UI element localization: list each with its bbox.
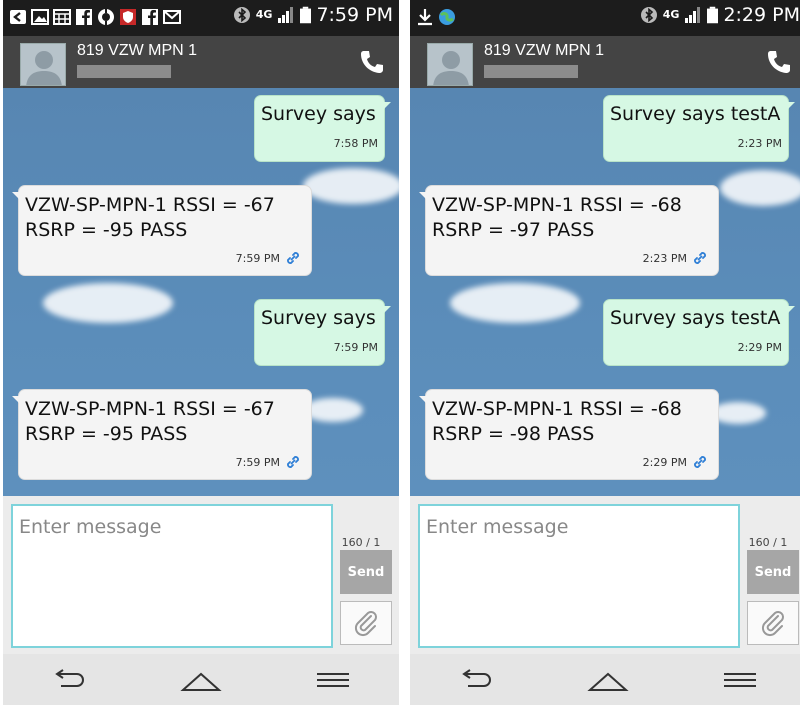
person-icon — [433, 51, 469, 85]
message-time: 2:29 PM — [737, 341, 782, 354]
signal-icon — [278, 7, 294, 23]
message-bubble-incoming[interactable]: VZW-SP-MPN-1 RSSI = -67 RSRP = -95 PASS … — [12, 389, 312, 480]
facebook-icon — [142, 9, 158, 25]
calendar-icon — [53, 9, 71, 25]
cloud — [43, 283, 173, 323]
gallery-icon — [31, 9, 49, 25]
cloud — [450, 283, 580, 323]
conversation-area[interactable]: Survey says 7:58 PM VZW-SP-MPN-1 RSSI = … — [3, 88, 399, 496]
download-icon — [418, 9, 432, 26]
message-time: 2:29 PM — [642, 455, 687, 469]
composer: Enter message 160 / 1 Send — [3, 496, 399, 654]
message-bubble-incoming[interactable]: VZW-SP-MPN-1 RSSI = -68 RSRP = -97 PASS … — [419, 185, 719, 276]
menu-icon[interactable] — [311, 666, 355, 694]
message-input[interactable]: Enter message — [11, 504, 333, 648]
back-icon — [10, 10, 26, 24]
contact-name: 819 VZW MPN 1 — [77, 42, 198, 59]
battery-icon — [300, 6, 312, 24]
navigation-bar — [410, 654, 800, 705]
cloud — [720, 170, 800, 206]
message-text: Survey says — [261, 103, 376, 125]
bluetooth-icon — [233, 7, 250, 23]
message-time: 7:59 PM — [235, 251, 280, 265]
bluetooth-icon — [640, 7, 657, 23]
status-bar: 4G 7:59 PM — [3, 0, 399, 36]
contact-header[interactable]: 819 VZW MPN 1 — [3, 36, 399, 88]
link-icon[interactable] — [692, 454, 708, 470]
send-button[interactable]: Send — [340, 550, 392, 594]
message-input-placeholder: Enter message — [19, 516, 162, 538]
person-icon — [26, 51, 62, 85]
message-bubble-outgoing[interactable]: Survey says 7:58 PM — [254, 95, 391, 162]
cloud — [303, 398, 363, 422]
network-type: 4G — [662, 8, 680, 21]
message-text: VZW-SP-MPN-1 RSSI = -67 RSRP = -95 PASS — [25, 398, 275, 445]
message-text: VZW-SP-MPN-1 RSSI = -67 RSRP = -95 PASS — [25, 194, 275, 241]
app-icon — [98, 9, 114, 25]
attach-button[interactable] — [747, 601, 799, 645]
paperclip-icon — [761, 611, 784, 637]
message-text: VZW-SP-MPN-1 RSSI = -68 RSRP = -98 PASS — [432, 398, 682, 445]
message-bubble-outgoing[interactable]: Survey says 7:59 PM — [254, 299, 391, 366]
back-icon[interactable] — [47, 666, 91, 694]
send-button[interactable]: Send — [747, 550, 799, 594]
paperclip-icon — [354, 611, 377, 637]
contact-header[interactable]: 819 VZW MPN 1 — [410, 36, 800, 88]
message-time: 2:23 PM — [642, 251, 687, 265]
message-time: 7:59 PM — [333, 341, 378, 354]
home-icon[interactable] — [586, 666, 630, 694]
message-text: Survey says testA — [610, 307, 781, 329]
network-type: 4G — [255, 8, 273, 21]
message-bubble-incoming[interactable]: VZW-SP-MPN-1 RSSI = -68 RSRP = -98 PASS … — [419, 389, 719, 480]
status-right: 4G 2:29 PM — [640, 4, 800, 26]
battery-icon — [707, 6, 719, 24]
message-input-placeholder: Enter message — [426, 516, 569, 538]
contact-number-redacted — [484, 65, 578, 78]
message-bubble-outgoing[interactable]: Survey says testA 2:23 PM — [603, 95, 795, 162]
message-text: VZW-SP-MPN-1 RSSI = -68 RSRP = -97 PASS — [432, 194, 682, 241]
notification-icons — [416, 8, 456, 26]
phone-screen-1: 4G 7:59 PM 819 VZW MPN 1 Survey says 7:5… — [3, 0, 399, 705]
message-input[interactable]: Enter message — [418, 504, 740, 648]
phone-icon[interactable] — [359, 49, 383, 75]
status-bar: 4G 2:29 PM — [410, 0, 800, 36]
shield-icon — [120, 9, 136, 25]
conversation-area[interactable]: Survey says testA 2:23 PM VZW-SP-MPN-1 R… — [410, 88, 800, 496]
phone-icon[interactable] — [766, 49, 790, 75]
avatar[interactable] — [20, 43, 66, 86]
signal-icon — [685, 7, 701, 23]
menu-icon[interactable] — [718, 666, 762, 694]
clock: 7:59 PM — [316, 4, 393, 26]
message-bubble-incoming[interactable]: VZW-SP-MPN-1 RSSI = -67 RSRP = -95 PASS … — [12, 185, 312, 276]
link-icon[interactable] — [285, 250, 301, 266]
phone-screen-2: 4G 2:29 PM 819 VZW MPN 1 Survey says tes… — [410, 0, 800, 705]
char-counter: 160 / 1 — [341, 536, 381, 549]
message-bubble-outgoing[interactable]: Survey says testA 2:29 PM — [603, 299, 795, 366]
contact-name: 819 VZW MPN 1 — [484, 42, 605, 59]
globe-icon — [439, 9, 455, 25]
attach-button[interactable] — [340, 601, 392, 645]
facebook-icon — [76, 9, 92, 25]
notification-icons — [9, 8, 181, 26]
navigation-bar — [3, 654, 399, 705]
mail-icon — [163, 10, 181, 24]
message-text: Survey says testA — [610, 103, 781, 125]
char-counter: 160 / 1 — [748, 536, 788, 549]
composer: Enter message 160 / 1 Send — [410, 496, 800, 654]
link-icon[interactable] — [285, 454, 301, 470]
status-right: 4G 7:59 PM — [233, 4, 393, 26]
contact-number-redacted — [77, 65, 171, 78]
home-icon[interactable] — [179, 666, 223, 694]
back-icon[interactable] — [454, 666, 498, 694]
message-time: 2:23 PM — [737, 137, 782, 150]
clock: 2:29 PM — [723, 4, 800, 26]
avatar[interactable] — [427, 43, 473, 86]
message-time: 7:59 PM — [235, 455, 280, 469]
message-time: 7:58 PM — [333, 137, 378, 150]
cloud — [303, 168, 399, 204]
message-text: Survey says — [261, 307, 376, 329]
link-icon[interactable] — [692, 250, 708, 266]
